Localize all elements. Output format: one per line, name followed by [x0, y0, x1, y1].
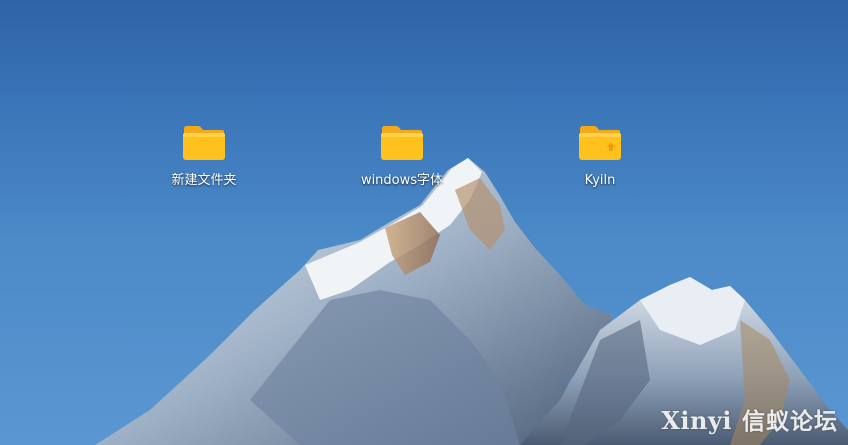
watermark-text-cn: 信蚁论坛 [742, 408, 838, 435]
desktop-icon-new-folder[interactable]: 新建文件夹 [162, 125, 246, 189]
desktop-icon-label: 新建文件夹 [171, 173, 237, 188]
watermark: Xinyi 信蚁论坛 [661, 402, 838, 436]
desktop-icon-label: windows字体 [360, 173, 444, 188]
watermark-text-en: Xinyi [661, 406, 732, 435]
desktop[interactable]: 新建文件夹 windows字体 Kyiln Xinyi 信蚁论坛 [0, 0, 848, 445]
desktop-icon-label: Kyiln [584, 173, 616, 188]
home-folder-icon [579, 126, 621, 160]
desktop-icon-home-folder[interactable]: Kyiln [558, 125, 642, 189]
desktop-icon-windows-fonts[interactable]: windows字体 [360, 125, 444, 189]
folder-icon [183, 126, 225, 160]
folder-icon [381, 126, 423, 160]
mountain-wallpaper [95, 158, 848, 445]
